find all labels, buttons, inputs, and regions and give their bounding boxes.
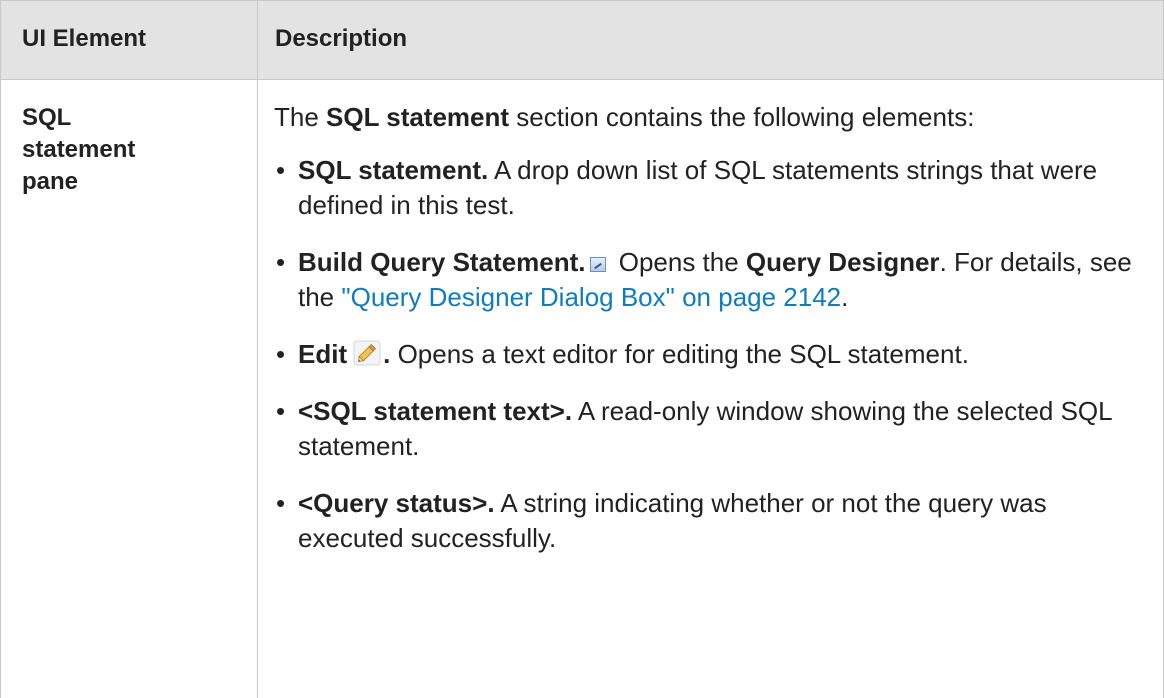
- list-item: • <Query status>. A string indicating wh…: [274, 486, 1154, 556]
- item-bold: Query Designer: [745, 247, 940, 277]
- header-ui-element: UI Element: [22, 25, 147, 52]
- list-item: • Build Query Statement. Opens the Query…: [274, 245, 1154, 315]
- query-designer-link[interactable]: "Query Designer Dialog Box" on page 2142: [341, 282, 841, 312]
- item-title: SQL statement.: [298, 155, 489, 185]
- ui-element-name-line: statement: [22, 136, 136, 163]
- item-text: .: [841, 282, 849, 312]
- element-list: • SQL statement. A drop down list of SQL…: [274, 153, 1154, 556]
- bullet: •: [276, 339, 286, 369]
- bullet: •: [276, 247, 286, 277]
- intro-text-end: section contains the following elements:: [509, 102, 975, 132]
- table-border-left: [0, 0, 1, 698]
- ui-element-name: SQL statement pane: [22, 102, 242, 198]
- ui-element-name-line: SQL: [22, 104, 72, 131]
- pencil-icon: [353, 340, 381, 366]
- table-header-row: UI Element Description: [0, 0, 1164, 80]
- bullet: •: [276, 396, 286, 426]
- item-text: Opens a text editor for editing the SQL …: [390, 339, 969, 369]
- description-intro: The SQL statement section contains the f…: [274, 100, 1154, 135]
- list-item: • <SQL statement text>. A read-only wind…: [274, 394, 1154, 464]
- bullet: •: [276, 155, 286, 185]
- ui-element-name-line: pane: [22, 168, 79, 195]
- item-title: <Query status>.: [298, 488, 495, 518]
- intro-bold: SQL statement: [326, 102, 510, 132]
- table-column-divider: [257, 0, 258, 698]
- list-item: • SQL statement. A drop down list of SQL…: [274, 153, 1154, 223]
- description-cell: The SQL statement section contains the f…: [274, 100, 1154, 578]
- header-description: Description: [275, 25, 408, 52]
- query-designer-icon: [589, 257, 606, 272]
- ui-element-table: UI Element Description SQL statement pan…: [0, 0, 1164, 698]
- item-title: Build Query Statement.: [298, 247, 586, 277]
- item-text: Opens the: [611, 247, 746, 277]
- bullet: •: [276, 488, 286, 518]
- item-title: <SQL statement text>.: [298, 396, 573, 426]
- list-item: • Edit . Opens a text editor for editing…: [274, 337, 1154, 372]
- item-title: Edit: [298, 339, 348, 369]
- intro-text: The: [274, 102, 327, 132]
